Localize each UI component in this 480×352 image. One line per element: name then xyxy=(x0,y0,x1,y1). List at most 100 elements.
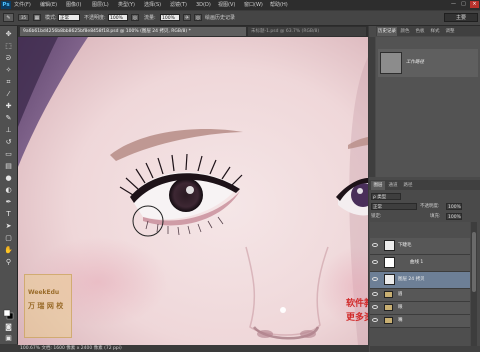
layer-row[interactable]: 曲线 1 xyxy=(370,255,470,272)
flow-input[interactable]: 100% xyxy=(160,14,180,21)
pressure-size-icon[interactable]: ◎ xyxy=(194,14,202,21)
watermark-left-line-1: WeekEdu xyxy=(28,289,60,296)
brush-preset-picker[interactable]: 35 xyxy=(18,14,29,21)
menu-window[interactable]: 窗口(W) xyxy=(244,1,263,9)
crop-tool-icon[interactable]: ⌗ xyxy=(4,78,13,87)
move-tool-icon[interactable]: ✥ xyxy=(4,30,13,39)
menu-help[interactable]: 帮助(H) xyxy=(270,1,288,9)
status-text: 100.67% 文档: 1600 像素 x 2400 像素 (72 ppi) xyxy=(20,346,122,351)
tab-active-document[interactable]: 9a6b61bd4256b8bb8625bf8e8458f18.psd @ 10… xyxy=(20,27,246,36)
path-select-tool-icon[interactable]: ➤ xyxy=(4,222,13,231)
opacity-input[interactable]: 100% xyxy=(108,14,128,21)
minimize-button[interactable]: — xyxy=(449,1,458,8)
mode-label: 模式: xyxy=(45,15,57,21)
close-button[interactable]: × xyxy=(470,1,479,8)
eyedropper-tool-icon[interactable]: ⁄ xyxy=(4,90,13,99)
layer-row[interactable]: 下睫毛 xyxy=(370,238,470,255)
tab-color[interactable]: 颜色 xyxy=(398,27,412,36)
history-brush-label[interactable]: 绘画历史记录 xyxy=(205,14,235,22)
layer-row[interactable]: 眉 xyxy=(370,289,470,302)
tab-paths[interactable]: 路径 xyxy=(401,181,415,190)
zoom-tool-icon[interactable]: ⚲ xyxy=(4,258,13,267)
healing-brush-tool-icon[interactable]: ✚ xyxy=(4,102,13,111)
history-item-thumbnail xyxy=(380,52,402,74)
airbrush-icon[interactable]: ✈ xyxy=(183,14,191,21)
gradient-tool-icon[interactable]: ▤ xyxy=(4,162,13,171)
folder-icon xyxy=(384,317,393,324)
history-brush-tool-icon[interactable]: ↺ xyxy=(4,138,13,147)
layer-opacity-input[interactable]: 100% xyxy=(446,203,462,210)
tab-swatches[interactable]: 色板 xyxy=(413,27,427,36)
hand-tool-icon[interactable]: ✋ xyxy=(4,246,13,255)
layer-name[interactable]: 曲线 1 xyxy=(410,255,423,271)
lock-label: 锁定: xyxy=(371,214,382,219)
tab-layers[interactable]: 图层 xyxy=(371,181,385,190)
restore-button[interactable]: □ xyxy=(459,1,468,8)
mode-select[interactable]: 正常 xyxy=(58,14,80,21)
photoshop-logo: Ps xyxy=(1,1,11,9)
fill-input[interactable]: 100% xyxy=(446,213,462,220)
visibility-eye-icon[interactable] xyxy=(372,292,378,296)
layer-name[interactable]: 眉 xyxy=(398,289,403,301)
menu-filter[interactable]: 滤镜(T) xyxy=(170,1,187,9)
visibility-eye-icon[interactable] xyxy=(372,260,378,264)
shape-tool-icon[interactable]: ▢ xyxy=(4,234,13,243)
pen-tool-icon[interactable]: ✒ xyxy=(4,198,13,207)
brush-tool-icon[interactable]: ✎ xyxy=(3,13,14,22)
menu-view[interactable]: 视图(V) xyxy=(218,1,235,9)
scrollbar-thumb[interactable] xyxy=(472,232,476,292)
layer-name[interactable]: 眼 xyxy=(398,302,403,314)
pressure-opacity-icon[interactable]: ◎ xyxy=(131,14,139,21)
menu-edit[interactable]: 编辑(E) xyxy=(40,1,57,9)
tab-history[interactable]: 历史记录 xyxy=(377,27,397,36)
watermark-right: 软件教程 更多资源 xyxy=(346,299,368,343)
tools-panel: ✥ ⬚ ᘐ ✧ ⌗ ⁄ ✚ ✎ ⊥ ↺ ▭ ▤ ● ◐ ✒ T ➤ ▢ ✋ ⚲ … xyxy=(0,26,18,344)
brush-tool-icon[interactable]: ✎ xyxy=(4,114,13,123)
history-item[interactable]: 工作路径 xyxy=(378,49,478,77)
screen-mode-icon[interactable]: ▣ xyxy=(4,334,13,343)
menu-file[interactable]: 文件(F) xyxy=(14,1,31,9)
visibility-eye-icon[interactable] xyxy=(372,318,378,322)
folder-icon xyxy=(384,291,393,298)
document-canvas[interactable]: WeekEdu 万 瑞 网 校 软件教程 更多资源 xyxy=(18,37,368,345)
visibility-eye-icon[interactable] xyxy=(372,243,378,247)
layer-row-selected[interactable]: 图层 24 拷贝 xyxy=(370,272,470,289)
status-bar: 100.67% 文档: 1600 像素 x 2400 像素 (72 ppi) xyxy=(18,345,368,352)
tab-channels[interactable]: 通道 xyxy=(386,181,400,190)
quick-select-tool-icon[interactable]: ✧ xyxy=(4,66,13,75)
eraser-tool-icon[interactable]: ▭ xyxy=(4,150,13,159)
visibility-eye-icon[interactable] xyxy=(372,277,378,281)
brush-size-value: 35 xyxy=(20,15,27,20)
menu-3d[interactable]: 3D(D) xyxy=(196,1,211,9)
layer-thumbnail xyxy=(384,274,395,285)
adjustment-thumbnail xyxy=(384,257,395,268)
menu-type[interactable]: 类型(Y) xyxy=(118,1,135,9)
foreground-background-color-icon[interactable] xyxy=(3,309,14,320)
clone-stamp-tool-icon[interactable]: ⊥ xyxy=(4,126,13,135)
lasso-tool-icon[interactable]: ᘐ xyxy=(4,54,13,63)
dodge-tool-icon[interactable]: ◐ xyxy=(4,186,13,195)
layer-row[interactable]: 眼 xyxy=(370,302,470,315)
type-tool-icon[interactable]: T xyxy=(4,210,13,219)
tab-adjustments[interactable]: 调整 xyxy=(443,27,457,36)
layers-scrollbar[interactable] xyxy=(471,222,477,346)
tab-other-document[interactable]: 未标题-1.psd @ 63.7% (RGB/8) xyxy=(248,27,366,36)
flow-label: 流量: xyxy=(144,15,156,21)
visibility-eye-icon[interactable] xyxy=(372,305,378,309)
blur-tool-icon[interactable]: ● xyxy=(4,174,13,183)
layer-name[interactable]: 下睫毛 xyxy=(398,238,412,254)
workspace-switcher[interactable]: 主要 xyxy=(444,13,478,22)
layer-name[interactable]: 图层 24 拷贝 xyxy=(398,272,425,288)
brush-panel-icon[interactable]: ▦ xyxy=(33,14,41,21)
watermark-right-line-2: 更多资源 xyxy=(346,313,368,323)
layer-filter-select[interactable]: ρ 类型 xyxy=(371,193,401,200)
layer-row[interactable]: 嘴 xyxy=(370,315,470,328)
menu-image[interactable]: 图像(I) xyxy=(66,1,81,9)
quick-mask-icon[interactable]: ◙ xyxy=(4,323,13,332)
tab-styles[interactable]: 样式 xyxy=(428,27,442,36)
marquee-tool-icon[interactable]: ⬚ xyxy=(4,42,13,51)
menu-layer[interactable]: 图层(L) xyxy=(92,1,109,9)
blend-mode-select[interactable]: 正常 xyxy=(371,203,417,210)
menu-select[interactable]: 选择(S) xyxy=(144,1,161,9)
layer-name[interactable]: 嘴 xyxy=(398,315,403,327)
